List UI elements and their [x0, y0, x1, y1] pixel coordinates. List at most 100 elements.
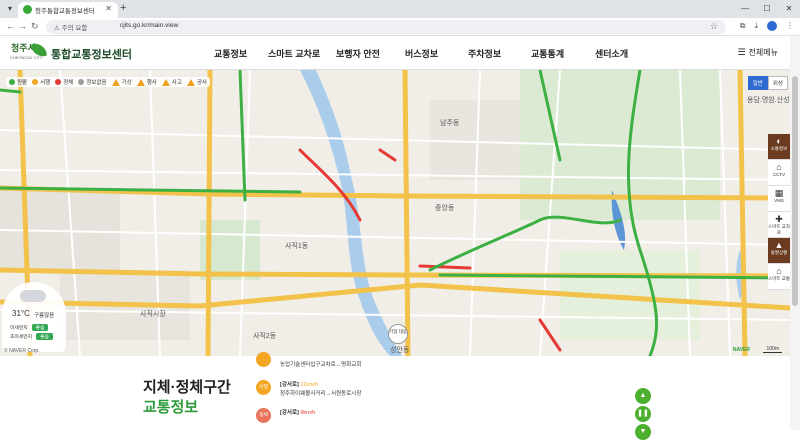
map-center-button[interactable]: 기업 대응 — [388, 324, 408, 344]
window-controls: — ☐ ✕ — [734, 0, 800, 18]
legend-item: 공사 — [187, 78, 207, 86]
traffic-map[interactable]: 사직1동 사직2동 중앙동 성안동 용담.명암.산성동 사직시장 남주동 원활 … — [0, 70, 790, 356]
url-field[interactable]: ⚠ 주의 요함 cjits.go.kr/main.view ☆ — [46, 20, 726, 34]
forward-icon[interactable]: → — [18, 21, 27, 31]
dust-badge: 좋음 — [31, 324, 49, 331]
tool-smart-traffic[interactable]: ⌂ 스마트 교통 — [768, 264, 790, 290]
cloud-icon — [20, 290, 46, 302]
tool-incident[interactable]: ▲ 돌발상황 — [768, 238, 790, 264]
reload-icon[interactable]: ↻ — [31, 21, 39, 32]
list-item[interactable]: 농업기술센터입구교차로→명화교회 — [256, 352, 596, 374]
nav-center-intro[interactable]: 센터소개 — [595, 47, 655, 60]
temperature: 31°C — [12, 309, 30, 318]
nav-pedestrian-safety[interactable]: 보행자 안전 — [336, 47, 405, 60]
scrollbar-thumb[interactable] — [792, 76, 798, 306]
main-nav: 교통정보 스마트 교차로 보행자 안전 버스정보 주차정보 교통통계 센터소개 — [214, 47, 655, 60]
building-icon: ⌂ — [776, 266, 782, 276]
jam-list: 농업기술센터입구교차로→명화교회 서행 [강서로] 11km/h 청주하이웨몰사… — [256, 352, 596, 432]
nav-smart-intersection[interactable]: 스마트 교차로 — [268, 47, 336, 60]
weather-widget: 31°C 구름많음 미세먼지 좋음 초미세먼지 좋음 — [2, 282, 66, 352]
map-type-toggle: 일반 위성 — [747, 76, 788, 90]
map-canvas: 사직1동 사직2동 중앙동 성안동 용담.명암.산성동 사직시장 남주동 — [0, 70, 790, 356]
fine-dust-badge: 좋음 — [36, 333, 53, 340]
place-label: 사직1동 — [285, 241, 309, 250]
tool-cctv[interactable]: ⌂ CCTV — [768, 160, 790, 186]
page-scrollbar[interactable] — [790, 36, 800, 430]
minimize-icon[interactable]: — — [734, 0, 756, 18]
tab-close-icon[interactable]: ✕ — [105, 4, 112, 13]
profile-avatar[interactable] — [767, 21, 777, 31]
legend-item: 기상 — [111, 78, 132, 86]
nav-parking-info[interactable]: 주차정보 — [468, 47, 531, 60]
legend-item: 원활 — [9, 78, 27, 86]
slow-dot-icon — [32, 79, 39, 85]
site-header: 청주시 CHEONGJU CITY 통합교통정보센터 교통정보 스마트 교차로 … — [0, 36, 800, 70]
nav-traffic-info[interactable]: 교통정보 — [214, 47, 268, 60]
tool-vms[interactable]: ▦ VMS — [768, 186, 790, 212]
nav-bus-info[interactable]: 버스정보 — [405, 47, 468, 60]
down-button[interactable]: ▼ — [635, 424, 651, 440]
fine-dust-row: 초미세먼지 좋음 — [10, 333, 53, 340]
legend-item: 행사 — [136, 78, 157, 86]
nodata-dot-icon — [78, 79, 85, 85]
legend-item: 서행 — [32, 78, 50, 86]
list-item[interactable]: 서행 [강서로] 11km/h 청주하이웨몰사거리→서원동로시장 — [256, 380, 596, 404]
place-label: 용담.명암.산성동 — [747, 95, 790, 104]
logo-text[interactable]: 통합교통정보센터 — [51, 46, 132, 62]
place-label: 사직시장 — [140, 309, 166, 318]
security-indicator[interactable]: ⚠ 주의 요함 — [54, 22, 87, 32]
legend-item: 정체 — [55, 78, 73, 86]
hamburger-icon: ☰ — [737, 47, 746, 57]
jam-section: 지체·정체구간 교통정보 농업기술센터입구교차로→명화교회 서행 [강서로] 1… — [0, 352, 790, 440]
jam-badge: 서행 — [256, 380, 271, 395]
map-type-normal[interactable]: 일반 — [747, 76, 768, 90]
address-bar: ← → ↻ ⚠ 주의 요함 cjits.go.kr/main.view ☆ ⧉ … — [0, 18, 800, 36]
tool-smart-intersection[interactable]: ✚ 스마트 교차로 — [768, 212, 790, 238]
cctv-icon: ⌂ — [776, 162, 782, 172]
favicon-icon — [23, 5, 32, 14]
jam-dot-icon — [55, 79, 62, 85]
browser-tabbar: ▾ 청주통합교통정보센터 ✕ + — ☐ ✕ — [0, 0, 800, 18]
browser-menu-icon[interactable]: ⋮ — [786, 21, 794, 31]
intersection-icon: ✚ — [775, 214, 783, 224]
weather-warning-icon — [111, 78, 120, 86]
construction-warning-icon — [187, 78, 195, 86]
map-type-satellite[interactable]: 위성 — [767, 76, 788, 90]
bookmark-star-icon[interactable]: ☆ — [710, 21, 718, 32]
toolbar-icons: ⧉ ⤓ ⋮ — [740, 21, 794, 31]
up-button[interactable]: ▲ — [635, 388, 651, 404]
list-item[interactable]: 정체 [강서로] 9km/h — [256, 408, 596, 432]
maximize-icon[interactable]: ☐ — [756, 0, 778, 18]
event-warning-icon — [136, 78, 145, 86]
tab-title: 청주통합교통정보센터 — [35, 8, 95, 15]
jam-road: [강서로] 11km/h — [280, 382, 319, 388]
new-tab-icon[interactable]: + — [120, 2, 126, 14]
traffic-legend: 원활 서행 정체 정보없음 기상 행사 사고 공사 — [6, 77, 211, 87]
map-scale: 100m — [763, 346, 782, 353]
dust-row: 미세먼지 좋음 — [10, 324, 49, 331]
close-window-icon[interactable]: ✕ — [778, 0, 800, 18]
tool-traffic[interactable]: ◐ 소통정보 — [768, 134, 790, 160]
all-menu-button[interactable]: ☰ 전체메뉴 — [737, 47, 778, 58]
nav-traffic-stats[interactable]: 교통통계 — [531, 47, 595, 60]
browser-tab[interactable]: 청주통합교통정보센터 ✕ — [18, 2, 118, 18]
traffic-icon: ◐ — [776, 136, 782, 146]
download-icon[interactable]: ⤓ — [754, 21, 758, 31]
legend-item: 사고 — [161, 78, 182, 86]
jam-badge: 정체 — [256, 408, 271, 423]
extensions-icon[interactable]: ⧉ — [740, 21, 746, 31]
map-tool-panel: ◐ 소통정보 ⌂ CCTV ▦ VMS ✚ 스마트 교차로 ▲ 돌발상황 ⌂ 스마트 교통 — [768, 134, 790, 290]
map-copyright: © NAVER Corp. — [4, 348, 40, 354]
weather-desc: 구름많음 — [34, 313, 55, 319]
place-label: 사직2동 — [253, 331, 277, 340]
url-text: cjits.go.kr/main.view — [120, 22, 179, 29]
tab-search-icon[interactable]: ▾ — [4, 3, 16, 15]
jam-road: [강서로] 9km/h — [280, 410, 316, 416]
pause-button[interactable]: ❚❚ — [635, 406, 651, 422]
jam-badge — [256, 352, 271, 367]
accident-warning-icon — [161, 78, 170, 86]
back-icon[interactable]: ← — [6, 21, 15, 31]
logo-sub: CHEONGJU CITY — [10, 55, 43, 60]
incident-icon: ▲ — [774, 240, 784, 250]
naver-logo: NAVER — [732, 347, 750, 353]
